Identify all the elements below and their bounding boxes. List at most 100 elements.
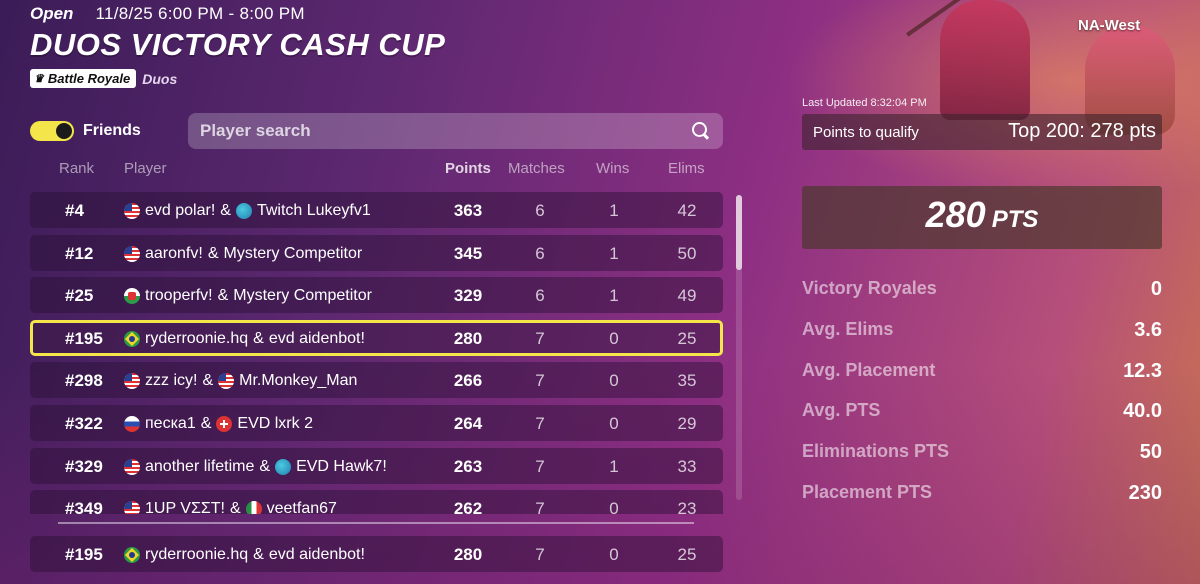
col-rank: Rank [59,160,95,177]
matches: 7 [535,545,545,564]
elims: 35 [677,371,697,391]
stat-row: Avg. Elims 3.6 [802,319,1162,360]
stats-list: Victory Royales 0 Avg. Elims 3.6 Avg. Placem… [802,278,1162,523]
stat-value: 12.3 [1123,359,1162,382]
table-row[interactable]: #322 песка1 & EVD lxrk 2 264 7 0 29 [30,405,723,441]
table-row[interactable]: #329 another lifetime & EVD Hawk7! 263 7 1 33 [30,447,723,484]
toggle-knob [56,123,72,139]
event-status-row: Open 11/8/25 6:00 PM - 8:00 PM [30,4,305,24]
separator: & [259,457,271,475]
event-status: Open [30,4,74,23]
divider [58,522,694,524]
points-unit: PTS [991,206,1039,233]
flag-icon [124,288,140,305]
rank: #349 [65,499,103,514]
pinned-own-row[interactable]: #195 ryderroonie.hq & evd aidenbot! 280 … [30,536,723,572]
region-label: NA-West [1078,17,1141,34]
separator: & [220,202,231,219]
stat-value: 3.6 [1134,318,1162,341]
wins: 1 [609,456,619,476]
points: 345 [453,243,483,263]
matches: 7 [535,328,545,348]
player-pair: another lifetime & EVD Hawk7! [124,458,387,476]
col-elims[interactable]: Elims [668,160,705,177]
table-row[interactable]: #298 zzz icy! & Mr.Monkey_Man 266 7 0 35 [30,362,723,399]
stat-label: Victory Royales [802,278,937,298]
points: 280 [453,328,483,348]
player-search[interactable] [188,113,723,149]
rank: #322 [65,414,103,433]
points: 264 [453,414,483,433]
points: 263 [453,456,483,476]
col-matches[interactable]: Matches [508,160,565,177]
flag-icon [218,373,235,390]
flag-icon [124,203,140,219]
flag-icon [245,501,262,514]
player-1: zzz icy! [145,372,198,390]
points: 266 [453,371,483,391]
separator: & [202,372,214,390]
player-2: veetfan67 [266,500,337,514]
player-pair: ryderroonie.hq & evd aidenbot! [124,546,365,564]
stat-value: 50 [1139,441,1162,464]
wins: 0 [609,499,619,514]
rank: #329 [65,456,103,476]
search-icon[interactable] [691,121,711,141]
player-2: evd aidenbot! [268,546,365,563]
rank: #298 [65,371,103,391]
flag-icon [275,458,292,475]
flag-icon [124,330,140,347]
qualify-label: Points to qualify [813,124,919,141]
flag-icon [235,203,252,219]
matches: 7 [535,371,545,391]
player-1: trooperfv! [145,287,213,305]
table-row[interactable]: #349 1UP VΣΣT! & veetfan67 262 7 0 23 [30,490,723,514]
player-pair: zzz icy! & Mr.Monkey_Man [124,372,357,390]
table-row-own-team[interactable]: #195 ryderroonie.hq & evd aidenbot! 280 7 0 25 [30,319,723,356]
table-header: Rank Player Points Matches Wins Elims [30,160,723,178]
wins: 0 [609,414,619,433]
friends-filter[interactable]: Friends [30,121,141,141]
mode-row: ♛ Battle Royale Duos [30,69,177,88]
table-row[interactable]: #4 evd polar! & Twitch Lukeyfv1 363 6 1 42 [30,192,723,228]
player-2: EVD lxrk 2 [237,415,313,432]
stat-value: 0 [1150,278,1162,300]
stat-label: Placement PTS [802,481,933,502]
search-input[interactable] [200,121,691,141]
mode-badge: ♛ Battle Royale [30,69,137,88]
points: 262 [453,499,483,514]
col-wins[interactable]: Wins [596,160,629,177]
points: 329 [453,286,483,306]
hero-character-1 [940,0,1030,120]
stat-row: Victory Royales 0 [802,278,1162,319]
table-row[interactable]: #12 aaronfv! & Mystery Competitor 345 6 1 50 [30,234,723,271]
friends-label: Friends [83,122,141,139]
flag-icon [124,547,140,563]
leaderboard-scrollbar[interactable] [736,195,742,500]
matches: 6 [535,201,545,220]
wins: 1 [609,286,619,306]
elims: 50 [677,243,697,263]
col-points[interactable]: Points [445,160,491,177]
player-pair: песка1 & EVD lxrk 2 [124,415,313,433]
flag-icon [124,373,140,390]
player-pair: aaronfv! & Mystery Competitor [124,245,362,263]
leaderboard-list[interactable]: #4 evd polar! & Twitch Lukeyfv1 363 6 1 42 #12 aa… [30,192,723,514]
separator: & [200,415,212,432]
scroll-thumb[interactable] [736,195,742,270]
matches: 6 [535,286,545,306]
separator: & [207,244,219,262]
stat-label: Eliminations PTS [802,441,950,462]
flag-icon [124,416,140,432]
flag-icon [124,245,140,262]
last-updated: Last Updated 8:32:04 PM [802,97,927,109]
col-player: Player [124,160,167,177]
wins: 1 [609,201,619,220]
table-row[interactable]: #25 trooperfv! & Mystery Competitor 329 6 1 49 [30,277,723,314]
elims: 49 [677,286,697,306]
stat-row: Eliminations PTS 50 [802,441,1162,482]
player-2: Twitch Lukeyfv1 [256,202,371,219]
player-1: evd polar! [145,202,216,219]
friends-toggle[interactable] [30,121,74,141]
wins: 0 [609,371,619,391]
